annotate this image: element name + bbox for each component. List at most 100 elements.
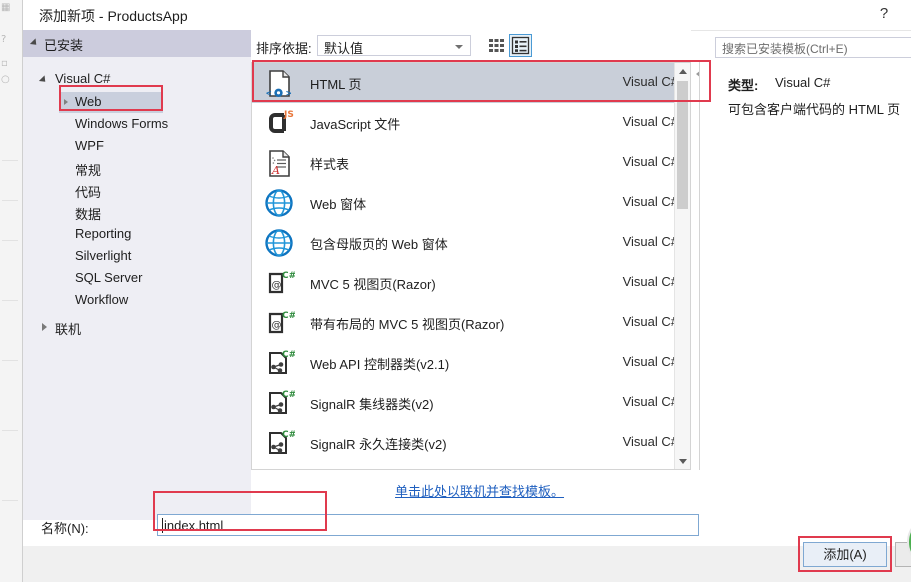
- list-item[interactable]: A 样式表 Visual C#: [252, 143, 690, 183]
- sidebar-item-reporting[interactable]: Reporting: [23, 224, 251, 246]
- list-item-label: 样式表: [310, 157, 350, 172]
- list-item[interactable]: 包含母版页的 Web 窗体 Visual C#: [252, 223, 690, 263]
- svg-text:C#: C#: [282, 430, 295, 440]
- list-item[interactable]: < > HTML 页 Visual C#: [252, 63, 690, 103]
- list-item[interactable]: C# SignalR 永久连接类(v2) Visual C#: [252, 423, 690, 463]
- chevron-down-icon: [29, 38, 40, 48]
- text-caret: [162, 518, 163, 533]
- dialog-titlebar: 添加新项 - ProductsApp ?: [23, 0, 911, 31]
- scroll-up-icon[interactable]: [675, 63, 690, 79]
- detail-description: 可包含客户端代码的 HTML 页: [728, 102, 901, 117]
- svg-text:@: @: [272, 320, 282, 331]
- sort-by-dropdown[interactable]: 默认值: [317, 35, 471, 56]
- web-api-controller-icon: C#: [263, 347, 296, 379]
- svg-text:C#: C#: [282, 390, 295, 400]
- sidebar-item-wpf[interactable]: WPF: [23, 136, 251, 158]
- sidebar-item-label: SQL Server: [75, 270, 143, 285]
- list-view-icon[interactable]: [509, 34, 532, 57]
- list-item[interactable]: @ C# MVC 5 视图页(Razor) Visual C#: [252, 263, 690, 303]
- sort-by-value: 默认值: [324, 41, 364, 56]
- background-glyph: ▦: [1, 2, 11, 13]
- background-window: ▦ ? ▫ ○: [0, 0, 23, 582]
- dialog-footer: [23, 546, 911, 582]
- sidebar-item-workflow[interactable]: Workflow: [23, 290, 251, 312]
- web-form-icon: [263, 187, 295, 219]
- list-item-language: Visual C#: [622, 434, 678, 449]
- tree-node-online[interactable]: 联机: [23, 317, 251, 339]
- sidebar-item-label: 常规: [75, 163, 102, 178]
- html-page-icon: < >: [263, 67, 295, 99]
- tree-node-visual-csharp[interactable]: Visual C#: [23, 69, 251, 91]
- list-item[interactable]: C# Web API 控制器类(v2.1) Visual C#: [252, 343, 690, 383]
- partial-template-icon: [263, 467, 295, 469]
- category-tree: Visual C# Web Windows Forms WPF 常规 代码 数据…: [23, 57, 251, 520]
- svg-text:>: >: [286, 89, 292, 99]
- sidebar-item-code[interactable]: 代码: [23, 180, 251, 202]
- list-item-label: 包含母版页的 Web 窗体: [310, 237, 448, 252]
- list-item[interactable]: C# SignalR 集线器类(v2) Visual C#: [252, 383, 690, 423]
- list-item[interactable]: @ C# 带有布局的 MVC 5 视图页(Razor) Visual C#: [252, 303, 690, 343]
- sidebar-item-label: Windows Forms: [75, 116, 169, 131]
- svg-text:<: <: [266, 89, 272, 99]
- list-scrollbar[interactable]: [674, 63, 690, 469]
- background-glyph: ▫: [1, 58, 8, 69]
- detail-type-label: 类型:: [728, 78, 759, 93]
- svg-text:C#: C#: [282, 350, 295, 360]
- chevron-down-icon: [38, 75, 49, 85]
- name-input[interactable]: index.html: [157, 514, 699, 536]
- list-item-label: Web API 控制器类(v2.1): [310, 357, 450, 372]
- background-glyph: ○: [1, 74, 10, 85]
- signalr-connection-icon: C#: [263, 427, 296, 459]
- sidebar-item-sql-server[interactable]: SQL Server: [23, 268, 251, 290]
- list-item[interactable]: JS JavaScript 文件 Visual C#: [252, 103, 690, 143]
- svg-text:C#: C#: [282, 311, 295, 321]
- list-item-label: SignalR 集线器类(v2): [310, 397, 434, 412]
- help-icon[interactable]: ?: [874, 4, 894, 24]
- list-item-language: Visual C#: [622, 394, 678, 409]
- sidebar-item-label: Workflow: [75, 292, 129, 307]
- list-item-label: MVC 5 视图页(Razor): [310, 277, 436, 292]
- background-glyph: ?: [1, 34, 7, 45]
- tiles-view-icon[interactable]: [485, 34, 508, 57]
- list-item-language: Visual C#: [622, 114, 678, 129]
- add-new-item-dialog: 添加新项 - ProductsApp ? 已安装 Visual C# Web W…: [22, 0, 911, 582]
- find-online-templates-link[interactable]: 单击此处以联机并查找模板。: [395, 481, 564, 500]
- chevron-right-icon: [42, 323, 47, 331]
- template-list[interactable]: < > HTML 页 Visual C# JS JavaScript 文件 Vis…: [251, 62, 691, 470]
- list-item-language: Visual C#: [622, 154, 678, 169]
- sidebar-item-general[interactable]: 常规: [23, 158, 251, 180]
- list-item-language: Visual C#: [622, 354, 678, 369]
- chevron-right-icon: [64, 99, 68, 105]
- sidebar-item-label: 代码: [75, 185, 102, 200]
- sidebar-item-label: 数据: [75, 207, 102, 222]
- list-item-language: Visual C#: [622, 234, 678, 249]
- installed-label: 已安装: [44, 38, 84, 53]
- scroll-down-icon[interactable]: [675, 453, 690, 469]
- sidebar-item-data[interactable]: 数据: [23, 202, 251, 224]
- list-item-label: 带有布局的 MVC 5 视图页(Razor): [310, 317, 505, 332]
- name-label: 名称(N):: [41, 521, 89, 536]
- list-item[interactable]: [252, 463, 690, 469]
- tree-node-label: 联机: [55, 322, 82, 337]
- sidebar-item-label: Reporting: [75, 226, 132, 241]
- list-item-language: Visual C#: [622, 194, 678, 209]
- svg-text:JS: JS: [283, 110, 294, 120]
- sidebar-item-windows-forms[interactable]: Windows Forms: [23, 114, 251, 136]
- tree-node-label: Visual C#: [55, 71, 111, 86]
- sidebar-item-silverlight[interactable]: Silverlight: [23, 246, 251, 268]
- detail-type-value: Visual C#: [775, 75, 831, 90]
- add-button[interactable]: 添加(A): [803, 542, 887, 567]
- signalr-hub-icon: C#: [263, 387, 296, 419]
- svg-text:C#: C#: [282, 271, 295, 281]
- scrollbar-thumb[interactable]: [677, 81, 688, 209]
- list-item-language: Visual C#: [622, 274, 678, 289]
- installed-section-header[interactable]: 已安装: [23, 30, 251, 57]
- chevron-down-icon: [455, 45, 463, 49]
- list-item-label: Web 窗体: [310, 197, 367, 212]
- sidebar-item-label: Web: [75, 94, 102, 109]
- razor-view-icon: @ C#: [263, 267, 296, 299]
- sidebar-item-label: Silverlight: [75, 248, 132, 263]
- search-input[interactable]: 搜索已安装模板(Ctrl+E): [715, 37, 911, 58]
- list-item[interactable]: Web 窗体 Visual C#: [252, 183, 690, 223]
- sidebar-item-web[interactable]: Web: [23, 92, 251, 114]
